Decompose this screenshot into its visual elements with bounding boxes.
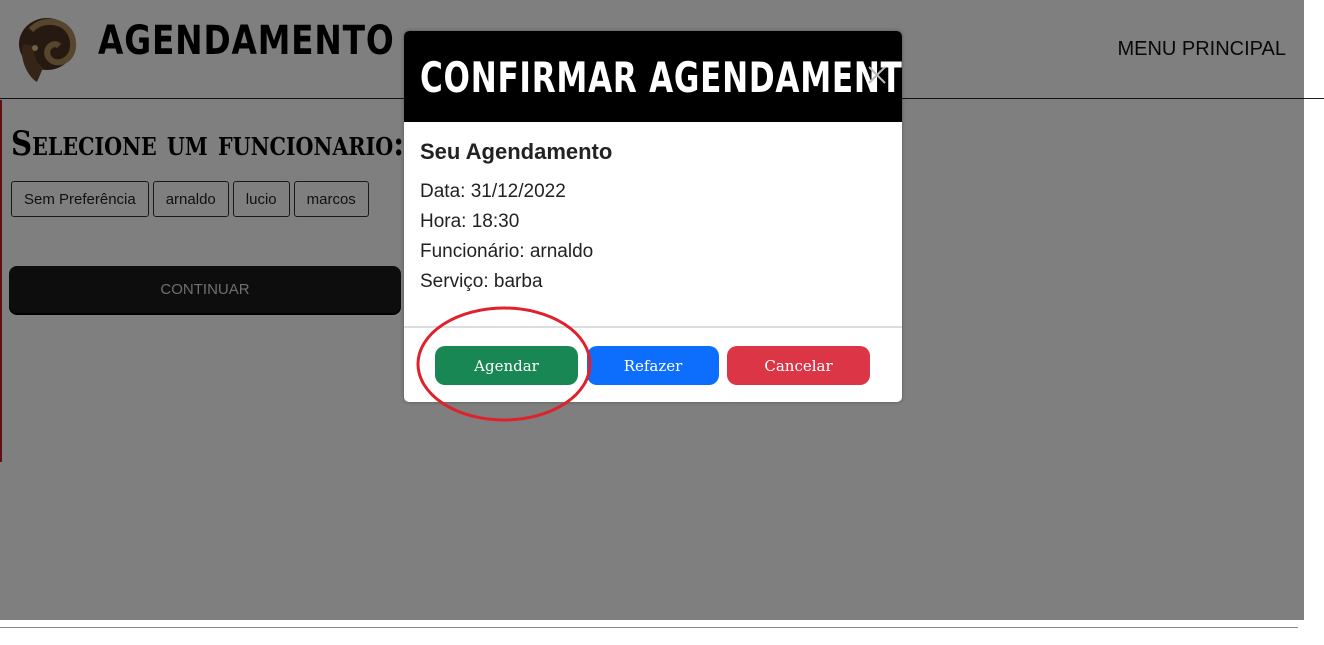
booking-time: Hora: 18:30 <box>420 211 520 232</box>
booking-heading: Seu Agendamento <box>420 139 613 164</box>
booking-employee: Funcionário: arnaldo <box>420 241 594 262</box>
modal-title: CONFIRMAR AGENDAMENTO <box>420 53 902 102</box>
footer-divider <box>0 627 1298 628</box>
agendar-button[interactable]: Agendar <box>435 346 578 385</box>
modal-header: CONFIRMAR AGENDAMENTO <box>404 31 902 122</box>
booking-service: Serviço: barba <box>420 271 543 292</box>
confirm-modal: CONFIRMAR AGENDAMENTO Seu Agendamento Da… <box>404 31 902 402</box>
refazer-button[interactable]: Refazer <box>587 346 719 385</box>
modal-footer-divider <box>404 326 902 328</box>
booking-date: Data: 31/12/2022 <box>420 181 566 202</box>
modal-body: Seu Agendamento Data: 31/12/2022 Hora: 1… <box>420 139 612 297</box>
cancelar-button[interactable]: Cancelar <box>727 346 870 385</box>
close-icon[interactable] <box>866 64 888 86</box>
